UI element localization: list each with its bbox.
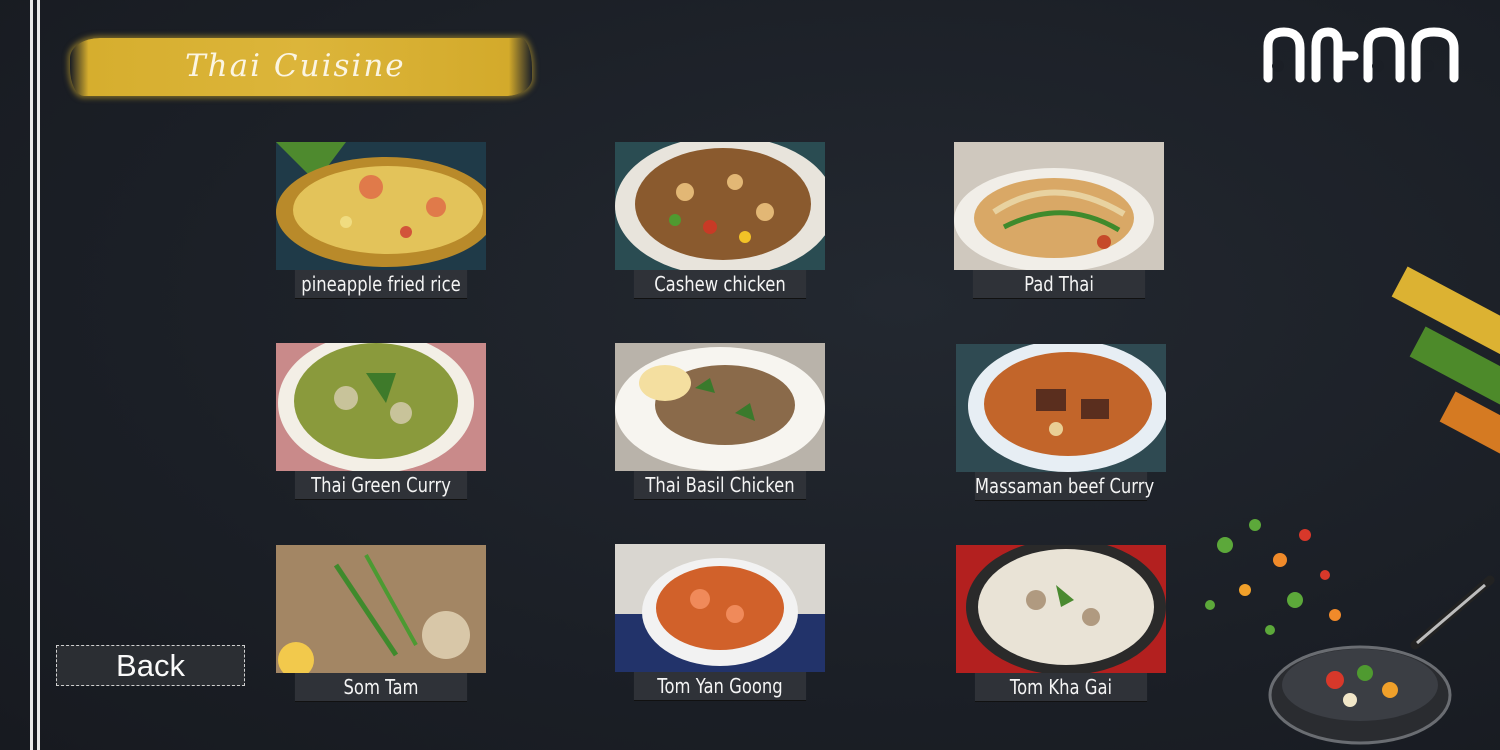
decorative-stripe-orange <box>1439 391 1500 483</box>
left-rail-line <box>30 0 33 750</box>
menu-item-pineapple-fried-rice[interactable]: pineapple fried rice <box>276 142 486 299</box>
thai-green-curry-photo <box>276 343 486 471</box>
menu-item-label: Massaman beef Curry <box>974 472 1154 501</box>
menu-item-label: Cashew chicken <box>633 270 807 299</box>
menu-item-label: Thai Green Curry <box>294 471 468 500</box>
menu-item-label: Pad Thai <box>972 270 1146 299</box>
menu-item-label: pineapple fried rice <box>294 270 468 299</box>
menu-item-label: Tom Yan Goong <box>633 672 807 701</box>
menu-item-som-tam[interactable]: Som Tam <box>276 545 486 702</box>
menu-item-cashew-chicken[interactable]: Cashew chicken <box>615 142 825 299</box>
cashew-chicken-photo <box>615 142 825 270</box>
tom-kha-gai-photo <box>956 545 1166 673</box>
menu-item-massaman-beef-curry[interactable]: Massaman beef Curry <box>956 344 1166 501</box>
back-button[interactable]: Back <box>56 645 245 686</box>
menu-item-tom-yan-goong[interactable]: Tom Yan Goong <box>615 544 825 701</box>
som-tam-photo <box>276 545 486 673</box>
menu-item-thai-basil-chicken[interactable]: Thai Basil Chicken <box>615 343 825 500</box>
menu-item-label: Som Tam <box>294 673 468 702</box>
pad-thai-photo <box>954 142 1164 270</box>
tom-yan-goong-photo <box>615 544 825 672</box>
brand-logo <box>1263 27 1459 83</box>
pineapple-fried-rice-photo <box>276 142 486 270</box>
thai-basil-chicken-photo <box>615 343 825 471</box>
menu-item-tom-kha-gai[interactable]: Tom Kha Gai <box>956 545 1166 702</box>
menu-item-thai-green-curry[interactable]: Thai Green Curry <box>276 343 486 500</box>
massaman-beef-curry-photo <box>956 344 1166 472</box>
page-title: Thai Cuisine <box>185 48 406 84</box>
menu-item-label: Tom Kha Gai <box>974 673 1148 702</box>
left-rail-line <box>37 0 40 750</box>
wok-vegetables-illustration <box>1205 519 1495 745</box>
menu-item-pad-thai[interactable]: Pad Thai <box>954 142 1164 299</box>
menu-item-label: Thai Basil Chicken <box>633 471 807 500</box>
